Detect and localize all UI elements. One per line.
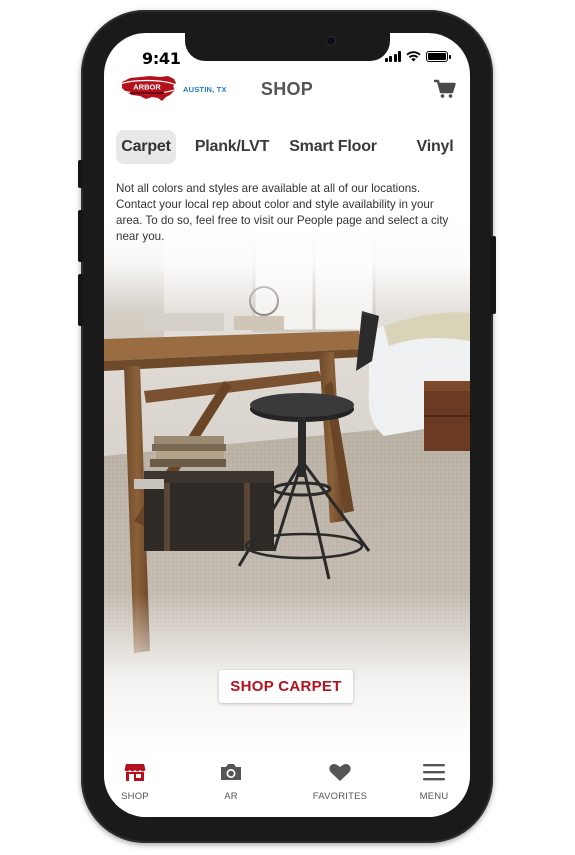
mute-switch	[78, 160, 83, 188]
availability-notice: Not all colors and styles are available …	[116, 182, 449, 243]
wifi-icon	[406, 51, 421, 62]
cellular-signal-icon	[384, 51, 401, 62]
nav-ar-label: AR	[224, 791, 238, 802]
battery-icon	[426, 51, 451, 62]
tab-carpet[interactable]: Carpet	[116, 130, 176, 164]
tab-plank-lvt[interactable]: Plank/LVT	[192, 130, 272, 164]
nav-ar[interactable]: AR	[196, 761, 266, 802]
cart-icon[interactable]	[434, 79, 456, 99]
shop-carpet-button[interactable]: SHOP CARPET	[219, 670, 353, 703]
nav-menu[interactable]: MENU	[399, 761, 469, 802]
nav-shop[interactable]: SHOP	[104, 761, 170, 802]
camera-icon	[221, 764, 241, 780]
power-button	[491, 236, 496, 314]
status-time: 9:41	[142, 49, 181, 68]
notch	[185, 33, 390, 61]
nav-favorites-label: FAVORITES	[312, 791, 368, 802]
heart-icon	[329, 764, 351, 781]
nav-shop-label: SHOP	[121, 791, 149, 802]
front-camera	[327, 37, 335, 45]
nav-menu-label: MENU	[419, 791, 449, 802]
tab-vinyl[interactable]: Vinyl	[410, 130, 460, 164]
hamburger-icon	[423, 764, 445, 781]
volume-down-button	[78, 274, 83, 326]
storefront-icon	[124, 764, 146, 781]
bottom-tab-bar: SHOP AR FAVORITES MENU	[104, 751, 470, 817]
volume-up-button	[78, 210, 83, 262]
page-title: SHOP	[260, 79, 314, 99]
tab-smart-floor[interactable]: Smart Floor	[288, 130, 378, 164]
category-tabs: Carpet Plank/LVT Smart Floor Vinyl	[104, 130, 470, 164]
status-icons	[384, 51, 451, 62]
nav-favorites[interactable]: FAVORITES	[305, 761, 375, 802]
app-screen: 9:41 ARBOR AUSTIN, TX SHOP Carpet Plank/…	[104, 33, 470, 817]
